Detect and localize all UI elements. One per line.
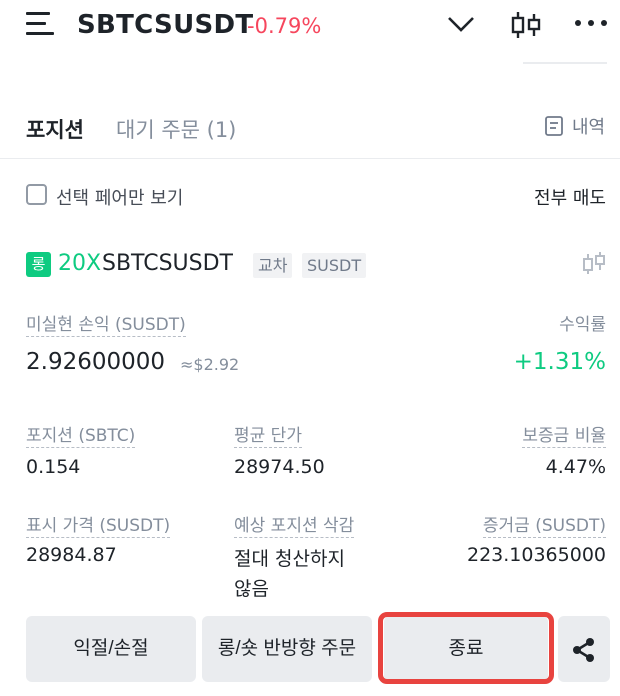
candlestick-icon[interactable]: [582, 250, 606, 276]
trading-pair-title[interactable]: SBTCSUSDT: [77, 10, 253, 40]
margin-ratio-value: 4.47%: [545, 456, 606, 478]
unrealized-pnl-label[interactable]: 미실현 손익 (SUSDT): [26, 310, 186, 337]
history-link[interactable]: 내역: [544, 113, 605, 139]
tp-sl-button[interactable]: 익절/손절: [26, 616, 196, 682]
liq-price-value-line1: 절대 청산하지: [234, 548, 345, 570]
share-button[interactable]: [558, 616, 610, 682]
mark-price-value: 28984.87: [26, 544, 117, 566]
tab-open-orders[interactable]: 대기 주문 (1): [116, 114, 236, 144]
margin-asset-tag: SUSDT: [302, 253, 367, 278]
position-size-label[interactable]: 포지션 (SBTC): [26, 421, 136, 448]
more-dots-icon[interactable]: [575, 20, 609, 28]
entry-price-label[interactable]: 평균 단가: [234, 421, 302, 448]
position-actions: 익절/손절 롱/숏 반방향 주문 종료: [0, 612, 620, 684]
margin-value: 223.10365000: [466, 544, 606, 566]
entry-price-value: 28974.50: [234, 456, 325, 478]
document-icon: [545, 116, 563, 136]
price-change-percent: -0.79%: [247, 14, 322, 38]
chevron-down-icon[interactable]: [446, 14, 476, 34]
only-pair-label[interactable]: 선택 페어만 보기: [56, 184, 183, 210]
unrealized-pnl-value: 2.92600000: [26, 349, 166, 375]
tab-positions[interactable]: 포지션: [26, 114, 84, 144]
leverage-label: 20X: [58, 251, 102, 276]
close-button-highlight: [378, 612, 554, 684]
hamburger-menu-icon[interactable]: [26, 12, 54, 36]
position-header: 롱 20X SBTCSUSDT 교차 SUSDT: [0, 250, 620, 282]
position-tabs: 포지션 대기 주문 (1) 내역: [0, 105, 620, 150]
only-pair-checkbox[interactable]: [26, 184, 47, 205]
unrealized-pnl-usd: ≈$2.92: [180, 355, 240, 374]
header-divider: [523, 62, 607, 64]
side-badge: 롱: [26, 252, 51, 277]
history-label: 내역: [572, 117, 606, 138]
liq-price-value-line2: 않음: [234, 578, 269, 600]
liq-price-label[interactable]: 예상 포지션 삭감: [234, 511, 355, 538]
margin-ratio-label[interactable]: 보증금 비율: [522, 421, 606, 448]
close-all-button[interactable]: 전부 매도: [534, 184, 606, 210]
margin-mode-tag: 교차: [253, 253, 293, 278]
position-symbol: SBTCSUSDT: [102, 251, 233, 276]
candlestick-icon[interactable]: [510, 10, 542, 40]
roe-value: +1.31%: [513, 349, 606, 375]
top-bar: SBTCSUSDT -0.79%: [0, 0, 620, 56]
roe-label: 수익률: [559, 315, 606, 335]
mark-price-label[interactable]: 표시 가격 (SUSDT): [26, 511, 171, 538]
share-icon: [573, 638, 594, 662]
filter-row: 선택 페어만 보기 전부 매도: [0, 182, 620, 212]
position-size-value: 0.154: [26, 456, 81, 478]
margin-label[interactable]: 증거금 (SUSDT): [482, 511, 606, 538]
tabs-divider: [0, 158, 620, 159]
reverse-order-button[interactable]: 롱/숏 반방향 주문: [202, 616, 372, 682]
